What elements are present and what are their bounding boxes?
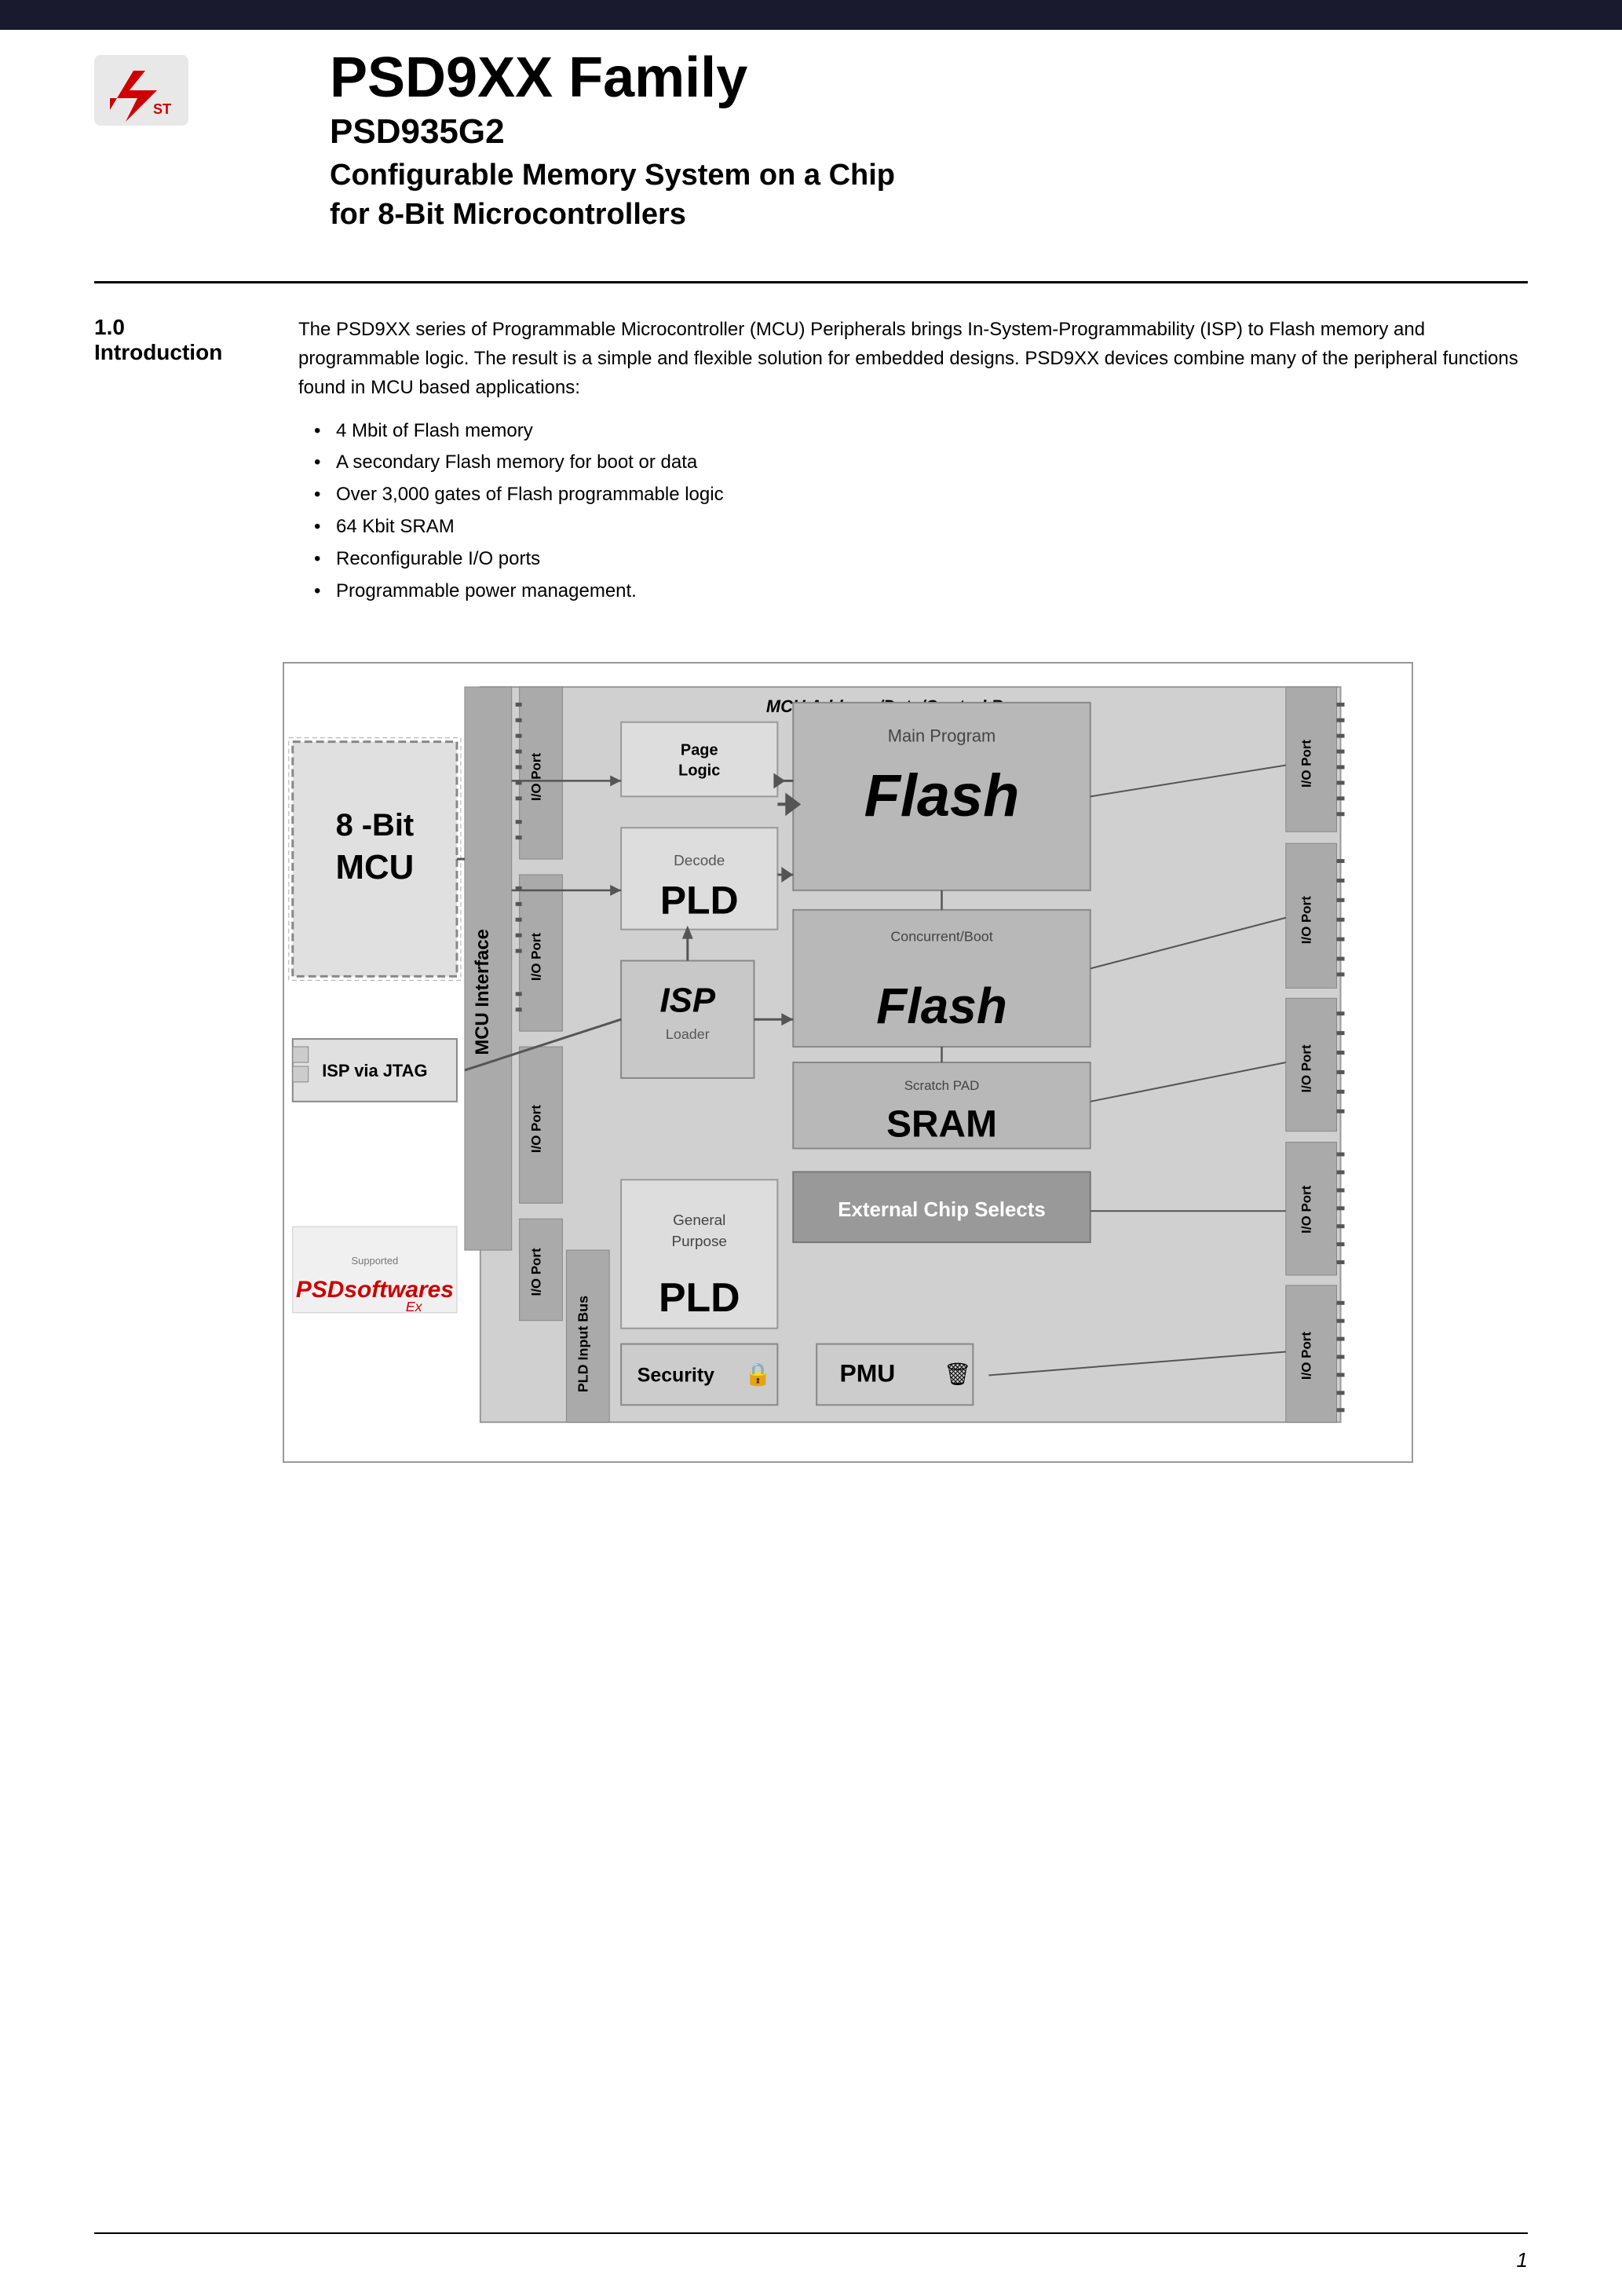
mcu-interface-label: MCU Interface xyxy=(472,929,493,1055)
diagram-container: MCU Address/Data/Control Bus 8 -Bit MCU … xyxy=(283,662,1528,1463)
supported-label: Supported xyxy=(352,1255,399,1267)
section-paragraph: The PSD9XX series of Programmable Microc… xyxy=(298,315,1528,403)
io-port-left-3: I/O Port xyxy=(529,1105,544,1153)
list-item: 4 Mbit of Flash memory xyxy=(314,415,1528,448)
svg-text:ST: ST xyxy=(153,101,171,117)
isp-label: ISP xyxy=(659,982,715,1020)
general-purpose-label2: Purpose xyxy=(672,1234,727,1250)
pld-input-bus-label: PLD Input Bus xyxy=(575,1296,590,1392)
io-port-right-2: I/O Port xyxy=(1299,896,1314,944)
io-port-left-1: I/O Port xyxy=(529,753,544,801)
security-label: Security xyxy=(637,1365,714,1387)
loader-label: Loader xyxy=(666,1026,710,1042)
page-footer: 1 xyxy=(94,2232,1528,2272)
decode-label: Decode xyxy=(674,853,725,869)
io-port-right-4: I/O Port xyxy=(1299,1186,1314,1234)
pmu-label: PMU xyxy=(839,1359,895,1387)
section-name: Introduction xyxy=(94,340,251,365)
concurrent-label: Concurrent/Boot xyxy=(890,929,992,945)
sram-label: SRAM xyxy=(886,1104,997,1146)
general-purpose-label: General xyxy=(673,1212,725,1229)
page-logic-label2: Logic xyxy=(678,762,720,780)
header-section: ST PSD9XX Family PSD935G2 Configurable M… xyxy=(0,0,1622,265)
list-item: Reconfigurable I/O ports xyxy=(314,543,1528,576)
title-area: PSD9XX Family PSD935G2 Configurable Memo… xyxy=(330,47,1528,234)
list-item: A secondary Flash memory for boot or dat… xyxy=(314,447,1528,479)
page-logic-label: Page xyxy=(681,742,718,759)
main-flash-label: Flash xyxy=(864,763,1020,830)
psd-logo-text: PSDsoftwares xyxy=(296,1277,454,1303)
list-item: Programmable power management. xyxy=(314,576,1528,608)
content-section: 1.0 Introduction The PSD9XX series of Pr… xyxy=(0,283,1622,638)
io-port-left-2: I/O Port xyxy=(529,933,544,981)
block-diagram: MCU Address/Data/Control Bus 8 -Bit MCU … xyxy=(283,662,1413,1463)
pld-decode-label: PLD xyxy=(660,879,739,923)
st-logo-icon: ST xyxy=(94,55,188,126)
section-label: 1.0 Introduction xyxy=(94,315,251,607)
list-item: Over 3,000 gates of Flash programmable l… xyxy=(314,479,1528,511)
sub-title: PSD935G2 xyxy=(330,112,1528,152)
section-body: The PSD9XX series of Programmable Microc… xyxy=(298,315,1528,607)
logo-area: ST xyxy=(94,55,188,130)
mcu-label-line1: 8 -Bit xyxy=(336,808,415,843)
main-title: PSD9XX Family xyxy=(330,47,1528,109)
io-port-right-1: I/O Port xyxy=(1299,740,1314,788)
list-item: 64 Kbit SRAM xyxy=(314,511,1528,543)
page-number: 1 xyxy=(1517,2248,1528,2272)
main-program-label: Main Program xyxy=(888,726,996,746)
ext-chip-selects-label: External Chip Selects xyxy=(838,1200,1046,1222)
io-port-right-5: I/O Port xyxy=(1299,1332,1314,1380)
desc-title: Configurable Memory System on a Chip for… xyxy=(330,156,1528,234)
psd-logo-suffix: Ex xyxy=(406,1299,423,1314)
scratch-pad-label: Scratch PAD xyxy=(904,1078,980,1093)
lock-icon: 🔒 xyxy=(744,1362,772,1387)
concurrent-flash-label: Flash xyxy=(876,978,1006,1035)
isp-via-jtag-label: ISP via JTAG xyxy=(322,1061,427,1080)
bullet-list: 4 Mbit of Flash memory A secondary Flash… xyxy=(314,415,1528,608)
io-port-left-4: I/O Port xyxy=(529,1248,544,1296)
pmu-icon: 🗑 xyxy=(944,1362,971,1387)
header-bar xyxy=(0,0,1622,30)
mcu-label-line2: MCU xyxy=(335,848,414,887)
section-number: 1.0 xyxy=(94,315,251,340)
io-port-right-3: I/O Port xyxy=(1299,1044,1314,1092)
gp-pld-label: PLD xyxy=(659,1274,740,1320)
